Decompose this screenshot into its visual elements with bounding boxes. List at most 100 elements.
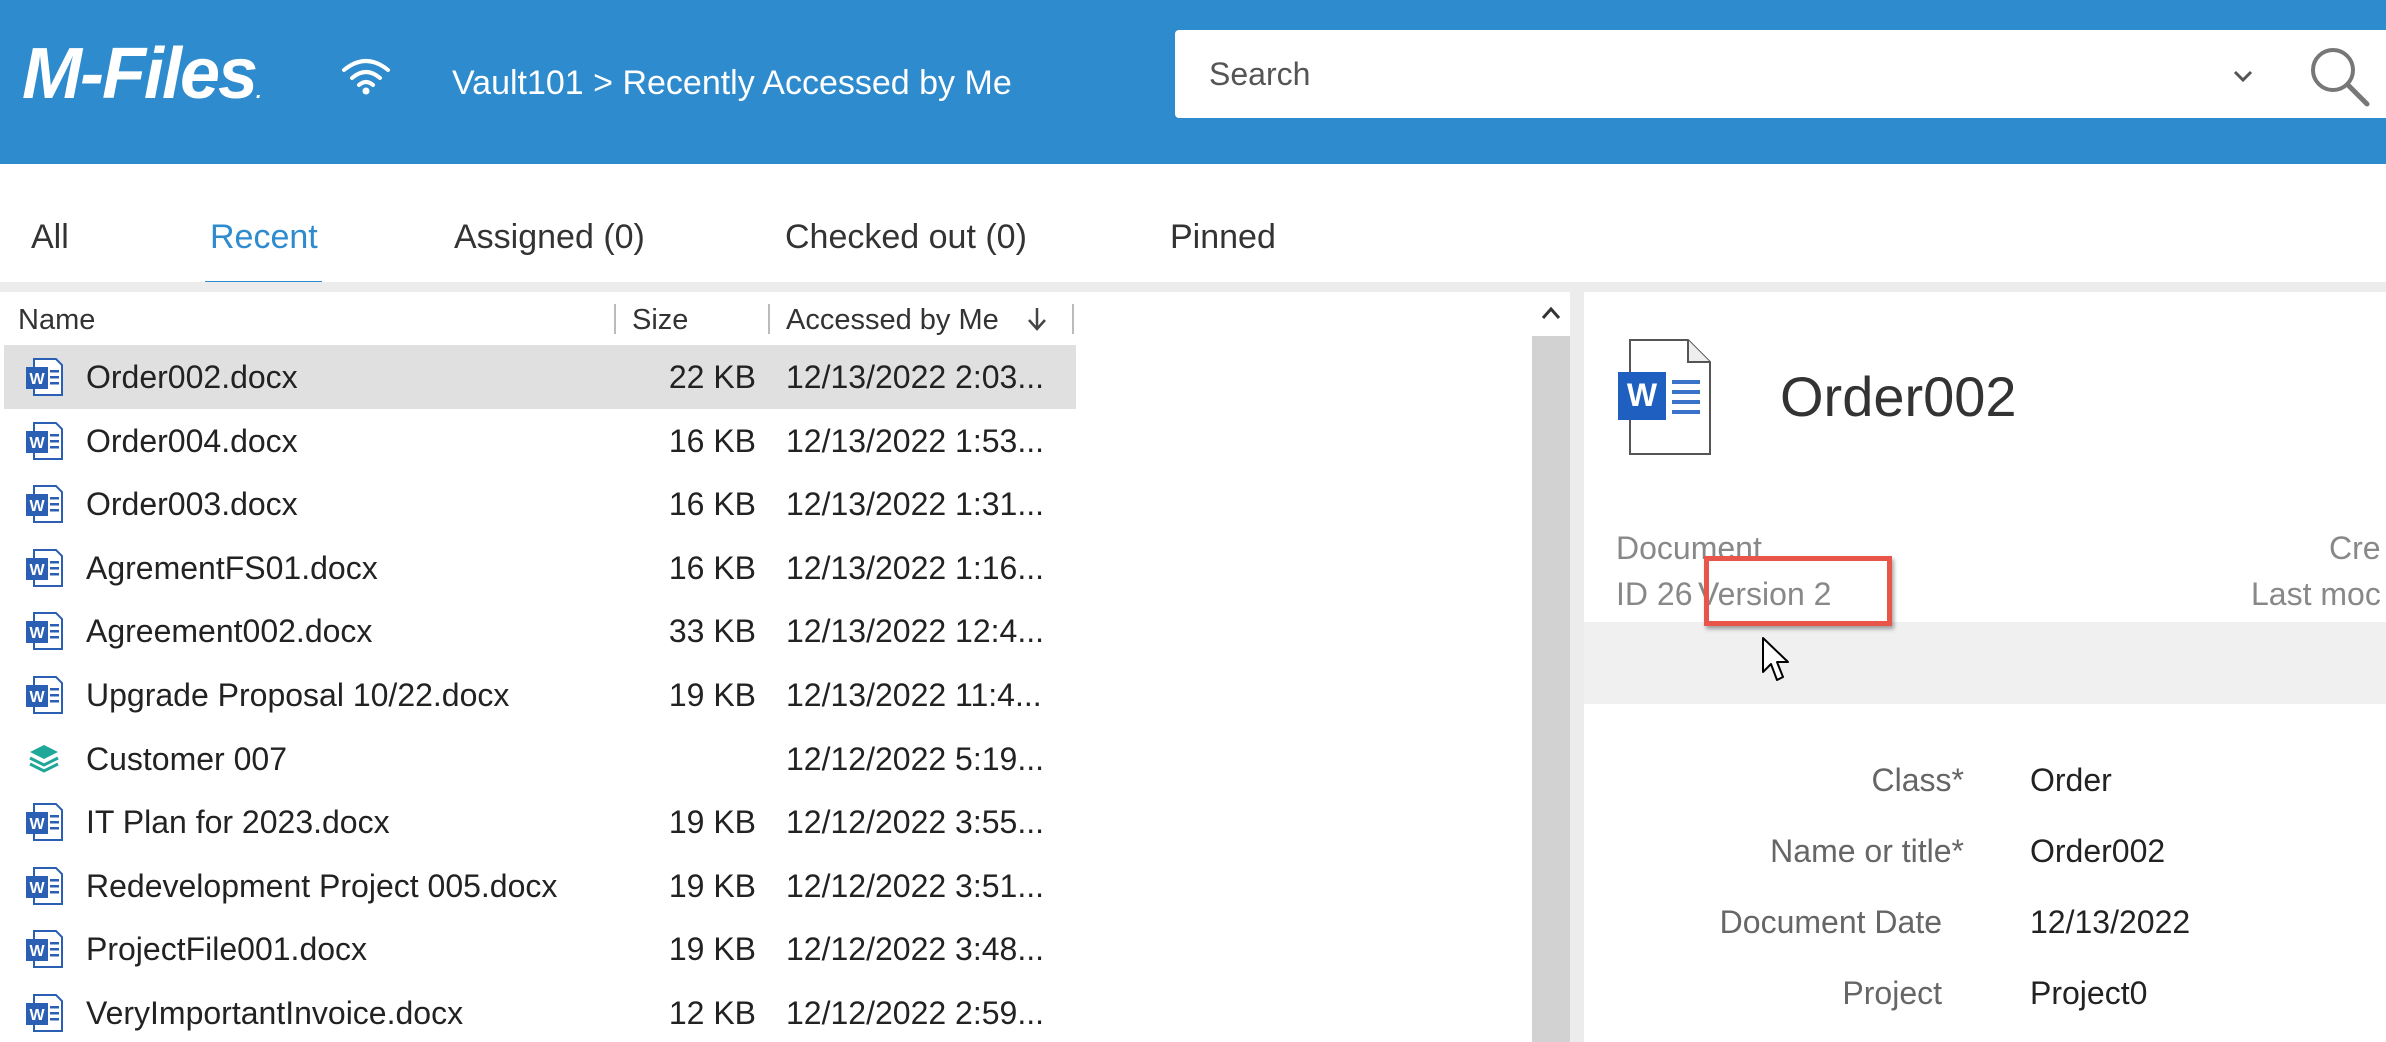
- scrollbar-thumb[interactable]: [1532, 336, 1570, 1042]
- item-size: 19 KB: [668, 677, 756, 713]
- column-header-accessed[interactable]: Accessed by Me: [786, 302, 999, 338]
- word-doc-icon: W: [24, 802, 64, 842]
- word-doc-icon: W: [24, 675, 64, 715]
- word-doc-icon: W: [24, 866, 64, 906]
- item-accessed-date: 12/13/2022 11:4...: [786, 677, 1042, 713]
- item-name: Customer 007: [86, 740, 287, 777]
- list-item[interactable]: W Redevelopment Project 005.docx 19 KB 12/1…: [4, 854, 1076, 918]
- chevron-up-icon[interactable]: [1540, 304, 1562, 322]
- created-label: Cre: [2329, 530, 2381, 566]
- word-doc-icon: W: [24, 611, 64, 651]
- item-accessed-date: 12/12/2022 2:59...: [786, 995, 1044, 1031]
- tab-pinned[interactable]: Pinned: [1170, 216, 1276, 258]
- list-item[interactable]: Customer 007 12/12/2022 5:19...: [4, 727, 1076, 791]
- svg-text:W: W: [29, 880, 45, 897]
- svg-text:W: W: [29, 689, 45, 706]
- property-value[interactable]: Order: [2030, 760, 2112, 800]
- svg-text:W: W: [29, 435, 45, 452]
- svg-text:W: W: [29, 562, 45, 579]
- item-accessed-date: 12/13/2022 2:03...: [786, 359, 1044, 395]
- list-item[interactable]: W ProjectFile001.docx 19 KB 12/12/2022 3:48…: [4, 917, 1076, 981]
- item-accessed-date: 12/12/2022 5:19...: [786, 740, 1044, 777]
- list-item[interactable]: W Order004.docx 16 KB 12/13/2022 1:53...: [4, 409, 1076, 473]
- divider: [0, 282, 2386, 292]
- property-label: Class*: [1871, 762, 1964, 798]
- item-accessed-date: 12/12/2022 3:55...: [786, 804, 1044, 841]
- list-item[interactable]: W Order002.docx 22 KB 12/13/2022 2:03...: [4, 345, 1076, 409]
- metadata-pane: W Order002 Document Cre ID 26 Version 2 …: [1584, 292, 2386, 1042]
- word-doc-icon: W: [24, 993, 64, 1033]
- item-size: 19 KB: [668, 931, 756, 968]
- logo-text: M-Files: [22, 34, 258, 114]
- item-size: 19 KB: [668, 867, 756, 904]
- search-icon[interactable]: [2305, 42, 2373, 110]
- mouse-pointer-icon: [1762, 637, 1789, 681]
- svg-text:W: W: [1627, 377, 1658, 413]
- object-title: Order002: [1780, 365, 2017, 428]
- item-name: AgrementFS01.docx: [86, 549, 378, 586]
- item-name: Order004.docx: [86, 422, 298, 459]
- list-scrollbar[interactable]: [1532, 292, 1570, 1042]
- tab-recent[interactable]: Recent: [210, 216, 318, 258]
- item-accessed-date: 12/13/2022 12:4...: [786, 613, 1044, 650]
- property-label: Name or title*: [1770, 833, 1964, 869]
- m-files-logo[interactable]: M-Files.: [22, 34, 261, 132]
- column-separator[interactable]: [1072, 304, 1074, 334]
- item-size: 19 KB: [668, 804, 756, 841]
- column-separator[interactable]: [768, 304, 770, 334]
- sort-descending-icon[interactable]: [1024, 304, 1050, 334]
- metadata-toolbar-band: [1584, 622, 2386, 704]
- tab-bar: All Recent Assigned (0) Checked out (0) …: [0, 164, 2386, 290]
- item-name: VeryImportantInvoice.docx: [86, 995, 464, 1031]
- column-separator[interactable]: [614, 304, 616, 334]
- item-name: Upgrade Proposal 10/22.docx: [86, 677, 510, 713]
- property-label: Project: [1842, 975, 1942, 1011]
- item-accessed-date: 12/13/2022 1:16...: [786, 549, 1044, 586]
- breadcrumb[interactable]: Vault101 > Recently Accessed by Me: [452, 62, 1012, 104]
- item-name: Redevelopment Project 005.docx: [86, 867, 558, 904]
- item-size: 16 KB: [668, 422, 756, 459]
- svg-text:W: W: [29, 1007, 45, 1024]
- item-size: 22 KB: [668, 359, 756, 395]
- svg-text:W: W: [29, 498, 45, 515]
- pane-splitter[interactable]: [1570, 292, 1584, 1042]
- customer-layers-icon: [24, 739, 64, 779]
- item-accessed-date: 12/12/2022 3:51...: [786, 867, 1044, 904]
- tab-assigned[interactable]: Assigned (0): [454, 216, 645, 258]
- item-size: 33 KB: [668, 613, 756, 650]
- list-item[interactable]: W Agreement002.docx 33 KB 12/13/2022 12:4..…: [4, 599, 1076, 663]
- item-size: 12 KB: [668, 995, 756, 1031]
- tab-checked-out[interactable]: Checked out (0): [785, 216, 1027, 258]
- search-input[interactable]: [1209, 50, 2209, 98]
- word-doc-icon: W: [24, 421, 64, 461]
- list-item[interactable]: W Upgrade Proposal 10/22.docx 19 KB 12/13/2…: [4, 663, 1076, 727]
- wifi-icon[interactable]: [340, 56, 392, 96]
- item-name: Agreement002.docx: [86, 613, 373, 650]
- list-item[interactable]: W VeryImportantInvoice.docx 12 KB 12/12/202…: [4, 981, 1076, 1042]
- list-item[interactable]: W IT Plan for 2023.docx 19 KB 12/12/2022 3:…: [4, 790, 1076, 854]
- list-item[interactable]: W Order003.docx 16 KB 12/13/2022 1:31...: [4, 472, 1076, 536]
- svg-text:W: W: [29, 816, 45, 833]
- word-doc-icon: W: [24, 357, 64, 397]
- svg-text:W: W: [29, 625, 45, 642]
- item-name: Order003.docx: [86, 486, 298, 523]
- tab-all[interactable]: All: [31, 216, 69, 258]
- property-value[interactable]: 12/13/2022: [2030, 902, 2190, 942]
- top-bar: M-Files. Vault101 > Recently Accessed by…: [0, 0, 2386, 164]
- column-header-name[interactable]: Name: [18, 302, 95, 338]
- word-doc-icon: W: [24, 484, 64, 524]
- item-accessed-date: 12/12/2022 3:48...: [786, 931, 1044, 968]
- column-header-size[interactable]: Size: [632, 302, 688, 338]
- last-modified-label: Last moc: [2251, 576, 2381, 612]
- word-doc-icon: W: [24, 929, 64, 969]
- item-accessed-date: 12/13/2022 1:31...: [786, 486, 1044, 523]
- word-doc-icon: W: [24, 548, 64, 588]
- property-value[interactable]: Project0: [2030, 973, 2147, 1013]
- chevron-down-icon[interactable]: [2225, 58, 2261, 94]
- item-size: 16 KB: [668, 486, 756, 523]
- item-name: ProjectFile001.docx: [86, 931, 368, 968]
- item-size: 16 KB: [668, 549, 756, 586]
- list-item[interactable]: W AgrementFS01.docx 16 KB 12/13/2022 1:16..…: [4, 536, 1076, 600]
- property-value[interactable]: Order002: [2030, 831, 2165, 871]
- search-box[interactable]: [1175, 30, 2386, 118]
